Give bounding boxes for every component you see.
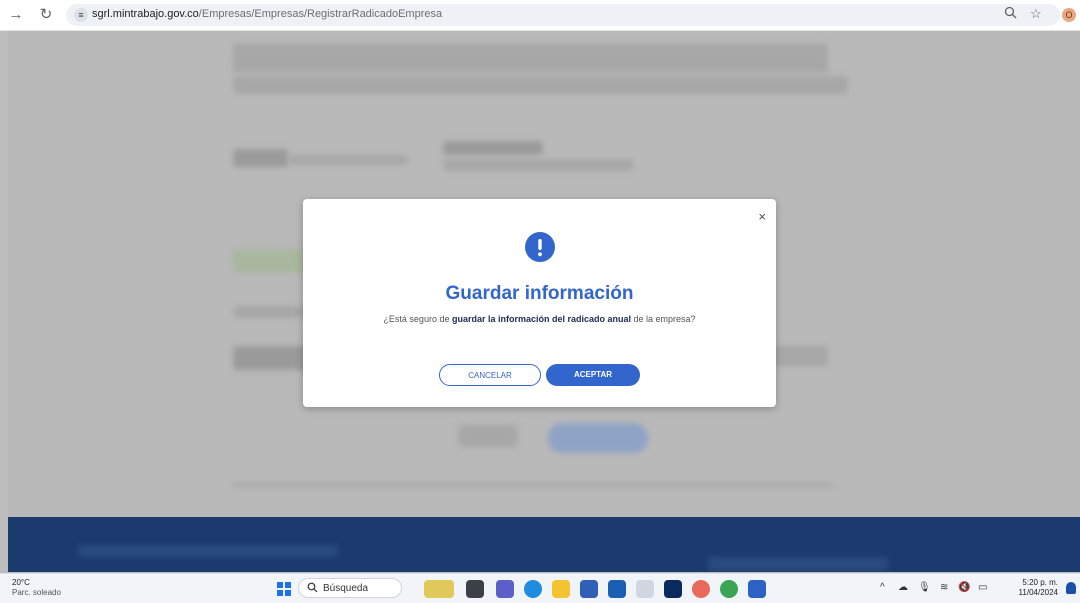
blurred-text-block xyxy=(443,159,633,171)
notification-bell-icon[interactable] xyxy=(1066,582,1076,594)
volume-icon[interactable]: 🔇 xyxy=(958,582,970,593)
address-bar[interactable]: ≡ sgrl.mintrabajo.gov.co/Empresas/Empres… xyxy=(66,4,1060,26)
blurred-header-block xyxy=(233,43,828,73)
confirm-dialog: × Guardar información ¿Está seguro de gu… xyxy=(303,199,776,407)
blurred-field-block xyxy=(233,249,313,273)
taskbar-search[interactable]: Búsqueda xyxy=(298,578,402,598)
blurred-footer-text xyxy=(708,557,888,571)
mail-icon[interactable] xyxy=(608,580,626,598)
zoom-icon[interactable] xyxy=(1004,6,1017,22)
blurred-text-block xyxy=(288,155,408,165)
message-suffix: de la empresa? xyxy=(631,314,696,324)
tune-icon[interactable]: ≡ xyxy=(74,8,88,22)
blurred-divider xyxy=(233,483,833,487)
task-view-icon[interactable] xyxy=(466,580,484,598)
reload-icon[interactable]: ↻ xyxy=(38,7,54,23)
teams-icon[interactable] xyxy=(496,580,514,598)
profile-avatar[interactable]: O xyxy=(1062,8,1076,22)
blurred-footer-text xyxy=(78,545,338,557)
battery-icon[interactable]: ▭ xyxy=(978,582,987,593)
star-icon[interactable]: ☆ xyxy=(1030,6,1042,22)
dialog-title: Guardar información xyxy=(445,283,634,304)
message-prefix: ¿Está seguro de xyxy=(383,314,452,324)
blurred-button-block xyxy=(548,423,648,453)
weather-temp: 20°C xyxy=(12,578,30,587)
accept-button[interactable]: ACEPTAR xyxy=(546,364,640,386)
url-host: sgrl.mintrabajo.gov.co xyxy=(92,8,199,20)
cancel-button[interactable]: CANCELAR xyxy=(439,364,541,386)
windows-start-icon[interactable] xyxy=(277,582,291,596)
clock-time: 5:20 p. m. xyxy=(1022,578,1058,587)
taskbar: 20°C Parc. soleado Búsqueda ^ ☁ 🎙 ≋ 🔇 ▭ … xyxy=(0,573,1080,603)
message-bold: guardar la información del radicado anua… xyxy=(451,314,632,324)
url-path: /Empresas/Empresas/RegistrarRadicadoEmpr… xyxy=(198,8,443,20)
blurred-field-block xyxy=(233,346,313,370)
close-icon[interactable]: × xyxy=(758,209,766,224)
search-icon xyxy=(307,582,318,596)
store-icon[interactable] xyxy=(580,580,598,598)
url-text[interactable]: sgrl.mintrabajo.gov.co/Empresas/Empresas… xyxy=(92,8,442,20)
microphone-icon[interactable]: 🎙 xyxy=(918,582,931,593)
blurred-header-block xyxy=(233,76,848,94)
color-app-icon[interactable] xyxy=(692,580,710,598)
search-label: Búsqueda xyxy=(323,583,369,594)
exclamation-icon xyxy=(525,232,555,262)
forward-arrow-icon[interactable]: → xyxy=(8,7,24,23)
widget-app-icon[interactable] xyxy=(424,580,454,598)
photoshop-icon[interactable] xyxy=(664,580,682,598)
file-explorer-icon[interactable] xyxy=(552,580,570,598)
browser-toolbar: → ↻ ≡ sgrl.mintrabajo.gov.co/Empresas/Em… xyxy=(0,0,1080,31)
page-footer xyxy=(8,517,1080,572)
blurred-text-block xyxy=(443,141,543,155)
snipping-icon[interactable] xyxy=(636,580,654,598)
onedrive-icon[interactable]: ☁ xyxy=(898,582,908,593)
clock-date: 11/04/2024 xyxy=(1018,588,1058,597)
chrome-icon[interactable] xyxy=(720,580,738,598)
blurred-field-block xyxy=(768,346,828,366)
clock[interactable]: 5:20 p. m. 11/04/2024 xyxy=(1008,578,1058,598)
blurred-text-block xyxy=(233,306,313,318)
word-icon[interactable] xyxy=(748,580,766,598)
weather-desc: Parc. soleado xyxy=(12,588,61,597)
blurred-text-block xyxy=(233,149,288,167)
edge-icon[interactable] xyxy=(524,580,542,598)
weather-widget[interactable]: 20°C Parc. soleado xyxy=(12,578,61,598)
dialog-message: ¿Está seguro de guardar la información d… xyxy=(303,314,776,324)
blurred-button-block xyxy=(458,425,518,447)
chevron-up-icon[interactable]: ^ xyxy=(880,582,885,593)
wifi-icon[interactable]: ≋ xyxy=(940,582,948,593)
